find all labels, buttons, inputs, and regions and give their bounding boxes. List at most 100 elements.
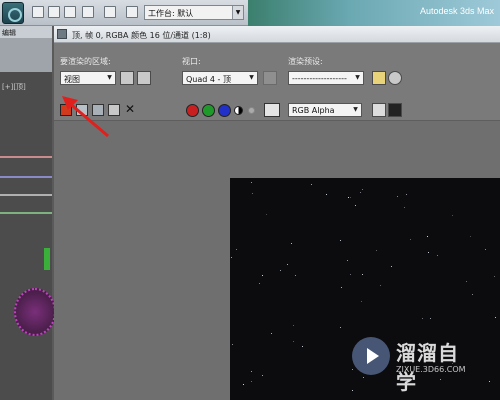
auto-region-icon[interactable]	[137, 71, 151, 85]
star	[495, 317, 496, 318]
purple-sphere-object	[14, 288, 56, 336]
star	[362, 189, 363, 190]
title-area: Autodesk 3ds Max	[248, 0, 500, 26]
project-folder-icon[interactable]	[126, 6, 138, 18]
star	[404, 207, 405, 208]
frame-window-titlebar[interactable]: 顶, 帧 0, RGBA 颜色 16 位/通道 (1:8)	[54, 26, 500, 43]
star	[280, 270, 281, 271]
grid-line	[0, 156, 52, 158]
star	[376, 250, 377, 251]
menu-fragment[interactable]: 编辑	[0, 26, 52, 38]
toggle-ui-overlay-icon[interactable]	[372, 103, 386, 117]
star	[350, 274, 351, 275]
green-channel-icon[interactable]	[202, 104, 215, 117]
star	[341, 287, 342, 288]
render-preset-dropdown[interactable]: ------------------- ▼	[288, 71, 364, 85]
star	[348, 197, 349, 198]
alpha-channel-icon[interactable]	[234, 106, 243, 115]
star	[311, 184, 312, 185]
viewport-label: 视口:	[182, 57, 201, 66]
star	[355, 205, 356, 206]
star	[302, 346, 303, 347]
star	[361, 301, 362, 302]
star	[485, 249, 486, 250]
area-to-render-value: 视图	[64, 75, 80, 84]
star	[293, 325, 294, 326]
toggle-ui-icon[interactable]	[388, 103, 402, 117]
render-settings-panel: 要渲染的区域: 视图 ▼ 视口: Quad 4 - 顶 ▼ 渲染预设: ----…	[54, 43, 500, 121]
background-viewport-strip: 编辑 [+][顶]	[0, 26, 56, 400]
star	[262, 375, 263, 376]
channel-value: RGB Alpha	[292, 106, 335, 115]
star	[427, 236, 428, 237]
red-pointer-arrow	[62, 96, 109, 138]
environment-icon[interactable]	[388, 71, 402, 85]
blue-channel-icon[interactable]	[218, 104, 231, 117]
star	[251, 182, 252, 183]
star	[380, 285, 381, 286]
star	[347, 260, 348, 261]
star	[494, 276, 495, 277]
star	[397, 196, 398, 197]
area-to-render-dropdown[interactable]: 视图 ▼	[60, 71, 116, 85]
chevron-down-icon: ▼	[355, 74, 360, 81]
grid-line	[0, 176, 52, 178]
star	[352, 390, 353, 391]
color-swatch[interactable]	[264, 103, 280, 117]
channel-dropdown[interactable]: RGB Alpha ▼	[288, 103, 362, 117]
watermark-url: ZIXUE.3D66.COM	[396, 365, 466, 374]
render-setup-icon[interactable]	[372, 71, 386, 85]
star	[293, 341, 294, 342]
grid-line	[0, 212, 52, 214]
star	[466, 281, 467, 282]
app-title: Autodesk 3ds Max	[419, 6, 494, 16]
chevron-down-icon[interactable]: ▼	[232, 6, 243, 19]
star	[287, 264, 288, 265]
star	[326, 194, 327, 195]
star	[437, 255, 438, 256]
undo-icon[interactable]	[82, 6, 94, 18]
render-preset-label: 渲染预设:	[288, 57, 323, 66]
frame-window-title: 顶, 帧 0, RGBA 颜色 16 位/通道 (1:8)	[72, 31, 211, 40]
star	[291, 243, 292, 244]
red-channel-icon[interactable]	[186, 104, 199, 117]
play-logo-icon	[352, 337, 390, 375]
main-toolbar-fragment	[0, 38, 52, 72]
chevron-down-icon: ▼	[249, 74, 254, 81]
star	[295, 275, 296, 276]
star	[262, 275, 263, 276]
star	[340, 240, 341, 241]
grid-line	[0, 194, 52, 196]
new-file-icon[interactable]	[32, 6, 44, 18]
star	[243, 384, 244, 385]
watermark: 溜溜自学 ZIXUE.3D66.COM	[352, 335, 474, 394]
clear-icon[interactable]: ✕	[124, 103, 136, 115]
frame-window-icon	[57, 29, 67, 39]
star	[231, 257, 232, 258]
render-preset-value: -------------------	[292, 74, 347, 83]
star	[271, 333, 272, 334]
save-icon[interactable]	[64, 6, 76, 18]
workspace-dropdown[interactable]: 工作台: 默认 ▼	[144, 5, 244, 20]
area-to-render-label: 要渲染的区域:	[60, 57, 111, 66]
star	[259, 283, 260, 284]
chevron-down-icon: ▼	[107, 74, 112, 81]
app-logo-icon[interactable]	[2, 2, 24, 24]
lock-icon[interactable]	[263, 71, 277, 85]
open-file-icon[interactable]	[48, 6, 60, 18]
star	[232, 344, 233, 345]
star	[391, 266, 392, 267]
star	[340, 327, 341, 328]
monochrome-icon[interactable]	[248, 107, 255, 114]
star	[470, 236, 471, 237]
viewport-dropdown[interactable]: Quad 4 - 顶 ▼	[182, 71, 258, 85]
green-object	[44, 248, 50, 270]
viewport-label[interactable]: [+][顶]	[2, 82, 26, 92]
edit-region-icon[interactable]	[120, 71, 134, 85]
star	[430, 318, 431, 319]
star	[251, 381, 252, 382]
star	[472, 294, 473, 295]
viewport-value: Quad 4 - 顶	[186, 75, 231, 84]
redo-icon[interactable]	[104, 6, 116, 18]
star	[252, 193, 253, 194]
